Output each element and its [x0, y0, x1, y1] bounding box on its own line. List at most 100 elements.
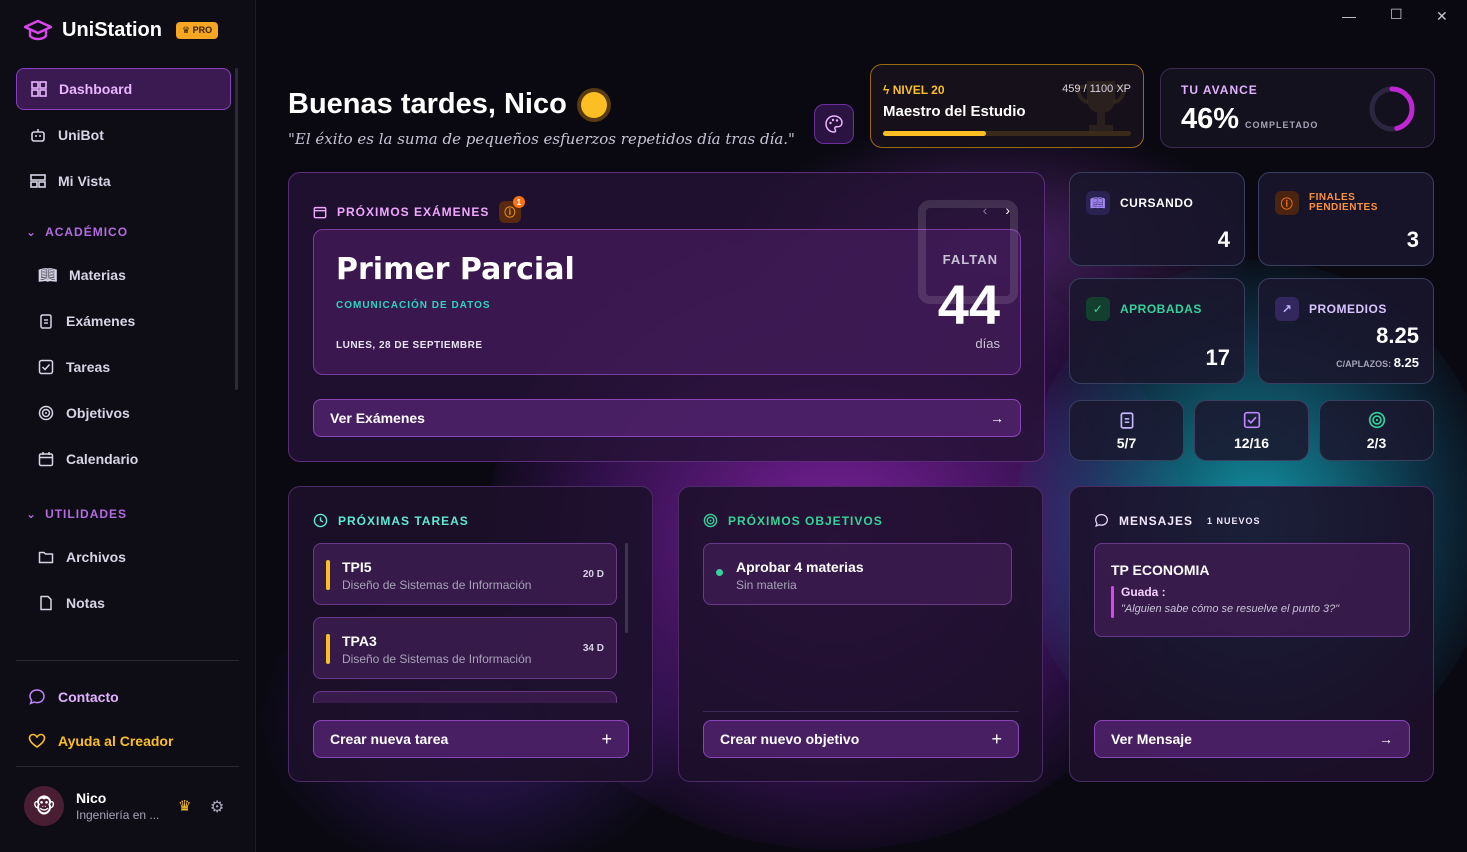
nav-materias[interactable]: 📖︎ Materias — [24, 254, 224, 296]
nav-calendario[interactable]: Calendario — [24, 438, 224, 480]
progress-card: TU AVANCE 46% COMPLETADO — [1160, 68, 1435, 148]
plus-icon: + — [991, 728, 1002, 749]
exam-detail[interactable]: ‹ › Primer Parcial COMUNICACIÓN DE DATOS… — [313, 200, 1021, 375]
countdown-days: 44 — [937, 273, 1000, 336]
file-icon — [40, 595, 52, 611]
stat-aplazos: C/APLAZOS: 8.25 — [1336, 355, 1419, 370]
checkbox-icon — [1243, 411, 1260, 428]
progress-done-label: COMPLETADO — [1245, 120, 1319, 130]
target-icon — [38, 405, 54, 421]
task-subject: Diseño de Sistemas de Información — [342, 578, 532, 592]
message-item[interactable]: TP ECONOMIA Guada : "Alguien sabe cómo s… — [1094, 543, 1410, 637]
nav-examenes-label: Exámenes — [66, 313, 136, 329]
sun-icon — [580, 91, 607, 118]
messages-count: 1 NUEVOS — [1207, 515, 1261, 526]
clock-icon — [313, 513, 328, 528]
nav-examenes[interactable]: Exámenes — [24, 300, 224, 342]
message-text: "Alguien sabe cómo se resuelve el punto … — [1121, 603, 1340, 615]
exams-header: PRÓXIMOS EXÁMENES ⓘ 1 — [313, 196, 526, 223]
maximize-button[interactable]: ☐ — [1390, 6, 1403, 23]
stat-promedios[interactable]: ↗ PROMEDIOS 8.25 C/APLAZOS: 8.25 — [1258, 278, 1434, 384]
task-item-partial[interactable] — [313, 691, 617, 703]
gear-icon[interactable]: ⚙ — [210, 797, 224, 817]
nav-archivos[interactable]: Archivos — [24, 536, 224, 578]
create-task-button[interactable]: Crear nueva tarea + — [313, 720, 629, 758]
task-item[interactable]: TPA3 Diseño de Sistemas de Información 3… — [313, 617, 617, 679]
level-xp: 459 / 1100 XP — [1062, 83, 1131, 95]
messages-panel: MENSAJES 1 NUEVOS TP ECONOMIA Guada : "A… — [1069, 486, 1434, 782]
nav-dashboard[interactable]: Dashboard — [16, 68, 231, 110]
goals-panel: PRÓXIMOS OBJETIVOS Aprobar 4 materias Si… — [678, 486, 1043, 782]
palette-button[interactable] — [814, 104, 854, 144]
goal-status-dot — [716, 569, 723, 576]
target-icon — [1368, 411, 1385, 428]
level-progress-track — [883, 131, 1131, 136]
book-icon: 📖︎ — [1086, 191, 1110, 215]
stat-finales-value: 3 — [1406, 227, 1419, 252]
task-item[interactable]: TPI5 Diseño de Sistemas de Información 2… — [313, 543, 617, 605]
nav-tareas[interactable]: Tareas — [24, 346, 224, 388]
avatar: 🐵 — [24, 786, 64, 826]
create-goal-button[interactable]: Crear nuevo objetivo + — [703, 720, 1019, 758]
nav-archivos-label: Archivos — [66, 549, 126, 565]
divider — [16, 660, 239, 661]
sidebar-scrollbar[interactable] — [235, 68, 238, 390]
task-priority-bar — [326, 634, 330, 664]
nav-notas[interactable]: Notas — [24, 582, 224, 624]
mini-stat-examenes-value: 5/7 — [1116, 434, 1137, 451]
close-button[interactable]: ✕ — [1436, 8, 1448, 25]
mini-stat-tareas[interactable]: 12/16 — [1194, 400, 1309, 461]
stat-finales-label: FINALES PENDIENTES — [1309, 193, 1378, 213]
stat-finales[interactable]: ⓘ FINALES PENDIENTES 3 — [1258, 172, 1434, 266]
goal-subject: Sin materia — [736, 578, 797, 592]
nav-calendario-label: Calendario — [66, 451, 139, 467]
crown-icon[interactable]: ♛ — [178, 797, 191, 815]
goal-item[interactable]: Aprobar 4 materias Sin materia — [703, 543, 1012, 605]
nav-notas-label: Notas — [66, 595, 105, 611]
exams-card: PRÓXIMOS EXÁMENES ⓘ 1 ‹ › Primer Parcial … — [288, 172, 1045, 462]
section-utilidades[interactable]: ⌄ UTILIDADES — [26, 507, 127, 521]
arrow-right-icon: → — [1379, 731, 1393, 747]
stat-finales-label-2: PENDIENTES — [1309, 202, 1378, 213]
stat-aprobadas[interactable]: ✓ APROBADAS 17 — [1069, 278, 1245, 384]
tasks-panel: PRÓXIMAS TAREAS TPI5 Diseño de Sistemas … — [288, 486, 653, 782]
pro-badge-label: PRO — [192, 24, 213, 35]
exam-pager: ‹ › — [983, 202, 1010, 218]
layout-icon — [30, 174, 46, 188]
calendar-icon — [38, 452, 54, 467]
message-author: Guada : — [1121, 585, 1166, 599]
view-exams-button[interactable]: Ver Exámenes → — [313, 399, 1021, 437]
mini-stat-examenes[interactable]: 5/7 — [1069, 400, 1184, 461]
profile-career: Ingeniería en ... — [76, 808, 160, 822]
chevron-right-icon[interactable]: › — [1005, 202, 1010, 218]
alert-circle-icon: ⓘ — [1275, 191, 1299, 215]
task-subject: Diseño de Sistemas de Información — [342, 652, 532, 666]
nav-objetivos[interactable]: Objetivos — [24, 392, 224, 434]
exams-header-label: PRÓXIMOS EXÁMENES — [337, 205, 490, 219]
nav-unibot[interactable]: UniBot — [16, 114, 231, 156]
stat-promedios-value: 8.25 — [1376, 323, 1419, 348]
nav-materias-label: Materias — [69, 267, 126, 283]
messages-header-label: MENSAJES — [1119, 513, 1194, 528]
view-message-button[interactable]: Ver Mensaje → — [1094, 720, 1410, 758]
brand[interactable]: UniStation ♛ PRO — [24, 18, 219, 42]
task-title: TPI5 — [342, 559, 372, 575]
profile[interactable]: 🐵 Nico Ingeniería en ... — [24, 786, 159, 826]
nav-dashboard-label: Dashboard — [59, 81, 133, 97]
exam-title: Primer Parcial — [336, 252, 575, 287]
chevron-left-icon[interactable]: ‹ — [983, 202, 988, 218]
minimize-button[interactable]: — — [1342, 8, 1356, 24]
message-icon — [1095, 514, 1108, 527]
mini-stat-objetivos[interactable]: 2/3 — [1319, 400, 1434, 461]
section-academico[interactable]: ⌄ ACADÉMICO — [26, 225, 128, 239]
tasks-scrollbar[interactable] — [625, 543, 628, 633]
chat-icon — [29, 689, 45, 705]
nav-mi-vista[interactable]: Mi Vista — [16, 160, 231, 202]
level-card[interactable]: ϟ NIVEL 20 459 / 1100 XP Maestro del Est… — [870, 64, 1144, 148]
support-link[interactable]: Ayuda al Creador — [28, 732, 173, 750]
task-title: TPA3 — [342, 633, 377, 649]
contact-link[interactable]: Contacto — [28, 688, 119, 706]
chevron-down-icon: ⌄ — [26, 225, 38, 239]
palette-icon — [825, 115, 843, 133]
stat-cursando[interactable]: 📖︎ CURSANDO 4 — [1069, 172, 1245, 266]
